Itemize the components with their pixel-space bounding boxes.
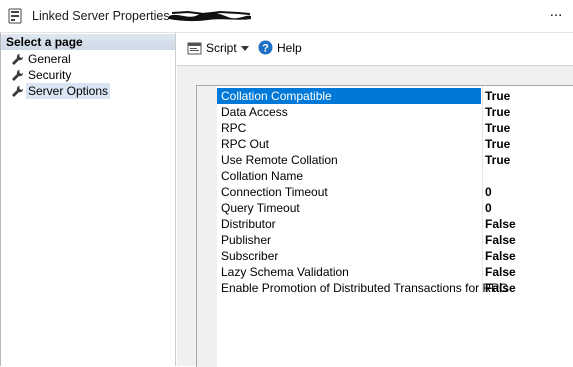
- property-name: Connection Timeout: [221, 185, 328, 199]
- property-value[interactable]: [485, 168, 573, 184]
- property-value[interactable]: True: [485, 120, 573, 136]
- script-dropdown-arrow-icon[interactable]: [241, 46, 249, 51]
- property-name: Collation Name: [221, 169, 304, 183]
- property-grid: Collation Compatible True Data Access Tr…: [196, 85, 573, 367]
- page-item-label: Security: [28, 68, 72, 82]
- help-icon: ?: [258, 40, 273, 55]
- property-row-lazy-schema-validation[interactable]: Lazy Schema Validation False: [217, 264, 573, 280]
- title-bar: Linked Server Properties - ...: [0, 0, 573, 33]
- property-row-connection-timeout[interactable]: Connection Timeout 0: [217, 184, 573, 200]
- script-label: Script: [206, 41, 237, 55]
- property-value[interactable]: False: [485, 248, 573, 264]
- select-page-header: Select a page: [1, 34, 175, 50]
- property-value[interactable]: False: [485, 216, 573, 232]
- redacted-server-name: [169, 10, 251, 22]
- property-row-use-remote-collation[interactable]: Use Remote Collation True: [217, 152, 573, 168]
- property-value[interactable]: True: [485, 104, 573, 120]
- property-row-subscriber[interactable]: Subscriber False: [217, 248, 573, 264]
- property-name: Data Access: [221, 105, 288, 119]
- property-name: RPC Out: [221, 137, 270, 151]
- property-row-publisher[interactable]: Publisher False: [217, 232, 573, 248]
- pane-edge: [0, 33, 1, 366]
- wrench-icon: [12, 85, 24, 97]
- property-row-query-timeout[interactable]: Query Timeout 0: [217, 200, 573, 216]
- wrench-icon: [12, 53, 24, 65]
- script-icon: [187, 42, 202, 55]
- property-row-rpc[interactable]: RPC True: [217, 120, 573, 136]
- property-row-collation-name[interactable]: Collation Name: [217, 168, 573, 184]
- svg-text:?: ?: [262, 43, 269, 55]
- more-options-button[interactable]: ...: [545, 4, 567, 25]
- property-name: Publisher: [221, 233, 272, 247]
- property-row-distributor[interactable]: Distributor False: [217, 216, 573, 232]
- property-name: Subscriber: [221, 249, 279, 263]
- grid-gutter: [197, 86, 217, 367]
- toolbar: Script ? Help: [176, 33, 573, 65]
- property-name: Enable Promotion of Distributed Transact…: [221, 281, 508, 295]
- property-value[interactable]: True: [485, 88, 573, 104]
- property-name: Distributor: [221, 217, 276, 231]
- select-page-pane: Select a page General Security Server Op…: [0, 33, 176, 366]
- property-row-enable-promotion[interactable]: Enable Promotion of Distributed Transact…: [217, 280, 573, 296]
- property-value[interactable]: False: [485, 232, 573, 248]
- server-options-panel: Collation Compatible True Data Access Tr…: [177, 65, 573, 367]
- wrench-icon: [12, 69, 24, 81]
- property-name: Collation Compatible: [217, 88, 481, 104]
- help-label: Help: [277, 41, 302, 55]
- property-row-data-access[interactable]: Data Access True: [217, 104, 573, 120]
- property-value[interactable]: 0: [485, 184, 573, 200]
- property-value[interactable]: False: [485, 280, 573, 296]
- property-name: Query Timeout: [221, 201, 300, 215]
- property-name: RPC: [221, 121, 247, 135]
- property-row-collation-compatible[interactable]: Collation Compatible True: [217, 88, 573, 104]
- property-value[interactable]: False: [485, 264, 573, 280]
- page-item-label: Server Options: [26, 83, 111, 99]
- property-name: Use Remote Collation: [221, 153, 338, 167]
- property-value[interactable]: True: [485, 152, 573, 168]
- window-title: Linked Server Properties -: [32, 9, 178, 23]
- page-item-label: General: [28, 52, 71, 66]
- property-row-rpc-out[interactable]: RPC Out True: [217, 136, 573, 152]
- database-server-icon: [8, 8, 22, 24]
- property-value[interactable]: 0: [485, 200, 573, 216]
- property-value[interactable]: True: [485, 136, 573, 152]
- property-name: Lazy Schema Validation: [221, 265, 349, 279]
